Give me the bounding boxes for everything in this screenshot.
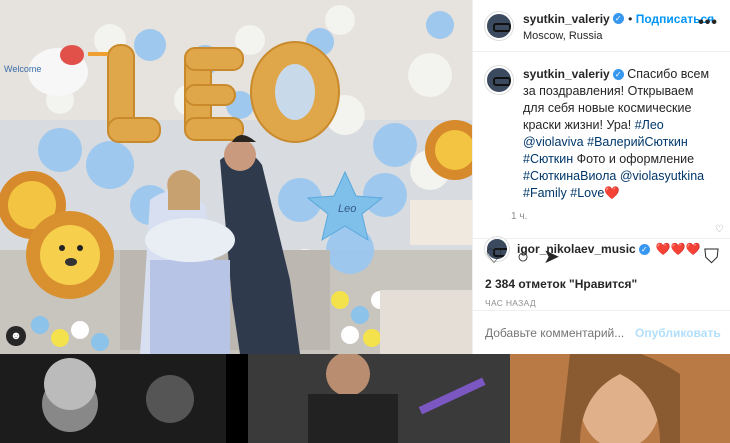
hashtag-syutkin[interactable]: #Сюткин [523,152,573,166]
author-avatar[interactable] [485,11,513,40]
red-heart-emoji: ❤️ [604,186,620,200]
comment-bubble-icon[interactable]: ○ [517,247,529,267]
verified-badge-icon: ✓ [612,12,624,24]
post-sidebar: syutkin_valeriy ✓ • Подписаться Moscow, R… [472,0,730,354]
comment-like-icon[interactable]: ♡ [715,224,724,235]
action-icons: ♡ ○ ➤ ⛉ [473,239,730,275]
publish-button[interactable]: Опубликовать [635,326,721,340]
caption-verified-icon: ✓ [612,69,624,81]
caption-username[interactable]: syutkin_valeriy [523,67,610,81]
mention-violaviva[interactable]: @violaviva [523,135,584,149]
hashtag-syutkina-viola[interactable]: #СюткинаВиола [523,169,616,183]
hashtag-valeriy-syutkin[interactable]: #ВалерийСюткин [587,135,688,149]
post-actions: ♡ ○ ➤ ⛉ 2 384 отметок "Нравится" ЧАС НАЗ… [473,238,730,354]
caption-avatar[interactable] [485,66,513,94]
thumbnail-photo [0,354,226,443]
related-post-thumbnail[interactable] [510,354,730,443]
related-post-thumbnail[interactable] [248,354,510,443]
hashtag-leo[interactable]: #Лео [635,118,664,132]
author-username[interactable]: syutkin_valeriy [523,12,610,26]
post-modal: Leo Welcome ☻ syutkin_valeriy ✓ • Подписа… [0,0,730,354]
thumbnail-photo [248,354,510,443]
save-bookmark-icon[interactable]: ⛉ [704,247,719,267]
caption-time: 1 ч. [511,211,528,222]
add-comment-bar: Опубликовать [473,310,730,354]
hashtag-family[interactable]: #Family [523,186,567,200]
mention-violasyutkina[interactable]: @violasyutkina [620,169,704,183]
caption-text: syutkin_valeriy ✓ Спасибо всем за поздрав… [523,66,718,202]
welcome-sign-text: Welcome [4,64,41,74]
share-paper-plane-icon[interactable]: ➤ [543,247,560,267]
post-header: syutkin_valeriy ✓ • Подписаться Moscow, R… [473,0,730,52]
more-options-icon[interactable]: ••• [698,14,718,32]
thumbnail-photo [510,354,730,443]
related-post-thumbnail[interactable] [0,354,226,443]
caption-mid-text: Фото и оформление [576,152,695,166]
post-location[interactable]: Moscow, Russia [523,30,714,42]
likes-count[interactable]: 2 384 отметок "Нравится" [473,275,730,293]
tagged-user-icon[interactable]: ☻ [6,326,26,346]
related-posts-strip [0,354,730,443]
photo-illustration: Leo Welcome [0,0,472,354]
star-text: Leo [338,203,356,215]
post-caption: syutkin_valeriy ✓ Спасибо всем за поздрав… [473,52,730,202]
hashtag-love[interactable]: #Love [570,186,604,200]
comment-input[interactable] [485,325,635,340]
post-photo[interactable]: Leo Welcome ☻ [0,0,472,354]
like-heart-icon[interactable]: ♡ [485,247,503,267]
